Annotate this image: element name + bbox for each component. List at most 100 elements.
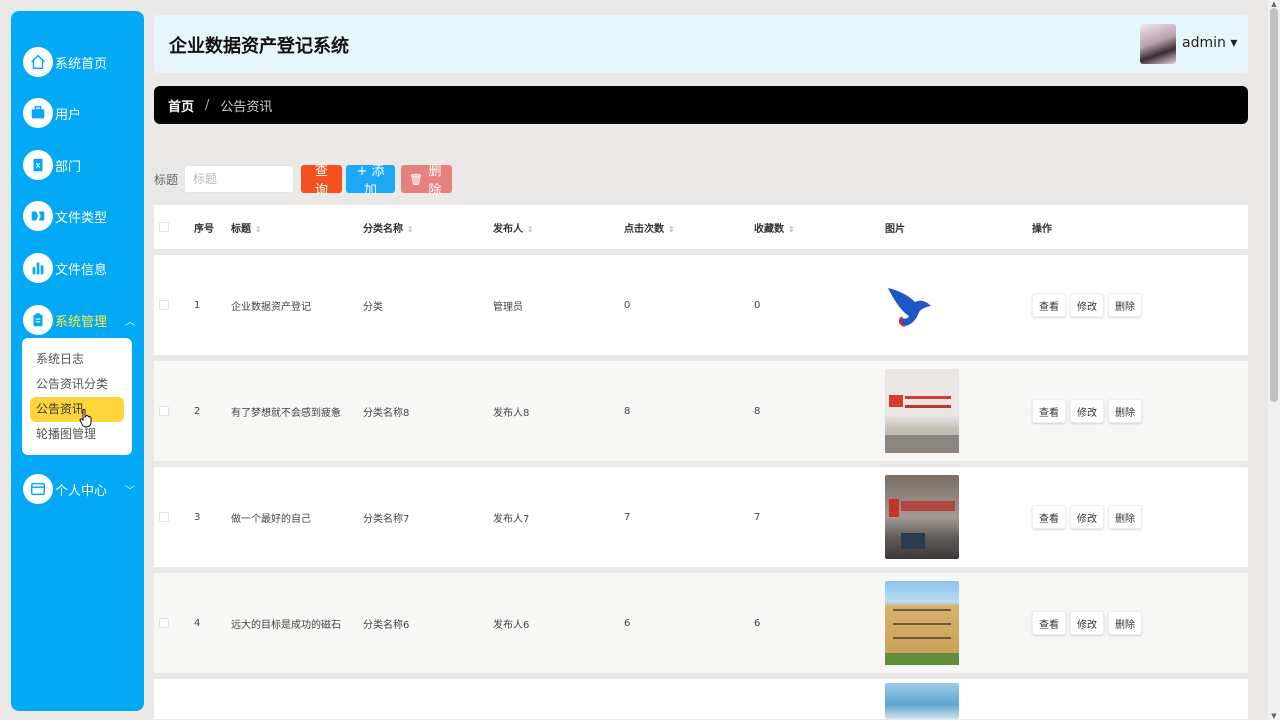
row-actions: 查看 修改 删除 (1032, 293, 1146, 317)
table-row: 2 有了梦想就不会感到疲惫 分类名称8 发布人8 8 8 查看 修改 删除 (154, 361, 1248, 461)
sort-icon[interactable]: ⇕ (255, 225, 262, 234)
add-button[interactable]: + 添加 (346, 164, 396, 198)
clipboard-icon (23, 305, 53, 335)
submenu-item-log[interactable]: 系统日志 (30, 347, 124, 372)
user-menu[interactable]: admin ▾ (1182, 35, 1237, 51)
header-no: 序号 (194, 223, 214, 235)
delete-row-button[interactable]: 删除 (1108, 293, 1142, 317)
cell-title: 企业数据资产登记 (231, 301, 311, 313)
breadcrumb-home[interactable]: 首页 (168, 96, 194, 115)
breadcrumb: 首页 / 公告资讯 (154, 86, 1248, 124)
avatar[interactable] (1140, 24, 1176, 64)
cell-publisher: 发布人7 (493, 513, 530, 525)
cell-clicks: 0 (624, 299, 631, 311)
header-clicks[interactable]: 点击次数 ⇕ (624, 220, 675, 235)
sidebar-item-profile[interactable]: 个人中心 ﹀ (23, 472, 135, 506)
cell-title: 有了梦想就不会感到疲惫 (231, 407, 341, 419)
header-category[interactable]: 分类名称 ⇕ (363, 220, 414, 235)
table-row: 4 远大的目标是成功的磁石 分类名称6 发布人6 6 6 查看 修改 删除 (154, 573, 1248, 673)
row-checkbox[interactable] (159, 618, 169, 628)
cell-favorites: 7 (754, 511, 761, 523)
cell-publisher: 发布人6 (493, 619, 530, 631)
edit-button[interactable]: 修改 (1070, 399, 1104, 423)
delete-row-button[interactable]: 删除 (1108, 611, 1142, 635)
view-button[interactable]: 查看 (1032, 399, 1066, 423)
delete-row-button[interactable]: 删除 (1108, 505, 1142, 529)
cell-publisher: 管理员 (493, 301, 523, 313)
cell-publisher: 发布人8 (493, 407, 530, 419)
select-all-checkbox[interactable] (159, 222, 169, 232)
cell-favorites: 6 (754, 617, 761, 629)
cell-clicks: 8 (624, 405, 631, 417)
header-publisher[interactable]: 发布人 ⇕ (493, 220, 534, 235)
submenu-item-carousel[interactable]: 轮播图管理 (30, 422, 124, 447)
sidebar-item-users[interactable]: 用户 (23, 96, 135, 130)
notice-table: 序号 标题 ⇕ 分类名称 ⇕ 发布人 ⇕ 点击次数 ⇕ 收藏数 ⇕ 图片 操作 1 企业数… (154, 205, 1248, 719)
building-image (885, 581, 959, 665)
page-scrollbar[interactable]: ▲ ▼ (1268, 0, 1280, 720)
table-row: 1 企业数据资产登记 分类 管理员 0 0 查看 修改 删除 (154, 255, 1248, 355)
cell-category: 分类名称7 (363, 513, 410, 525)
cell-favorites: 8 (754, 405, 761, 417)
delete-row-button[interactable]: 删除 (1108, 399, 1142, 423)
scroll-up-icon[interactable]: ▲ (1270, 0, 1278, 8)
sort-icon[interactable]: ⇕ (527, 225, 534, 234)
query-button[interactable]: 查询 (301, 164, 343, 198)
edit-button[interactable]: 修改 (1070, 611, 1104, 635)
folder-icon (23, 201, 53, 231)
sidebar-item-file-type[interactable]: 文件类型 (23, 199, 135, 233)
sidebar-item-label: 系统管理 (55, 314, 108, 330)
sidebar-item-file-info[interactable]: 文件信息 (23, 251, 135, 285)
chevron-down-icon: ﹀ (125, 485, 135, 497)
submenu-item-notice-category[interactable]: 公告资讯分类 (30, 372, 124, 397)
search-input[interactable] (184, 165, 295, 193)
edit-button[interactable]: 修改 (1070, 293, 1104, 317)
delete-button[interactable]: 🗑 删除 (401, 164, 453, 198)
view-button[interactable]: 查看 (1032, 611, 1066, 635)
sidebar-item-label: 个人中心 (55, 483, 108, 499)
cell-no: 2 (194, 405, 201, 417)
sidebar-item-home[interactable]: 系统首页 (23, 45, 135, 79)
header-favorites[interactable]: 收藏数 ⇕ (754, 220, 795, 235)
cell-favorites: 0 (754, 299, 761, 311)
sidebar-item-label: 文件类型 (55, 210, 108, 226)
row-checkbox[interactable] (159, 300, 169, 310)
hand-cursor-icon (79, 409, 92, 428)
header-title[interactable]: 标题 ⇕ (231, 220, 262, 235)
scroll-down-icon[interactable]: ▼ (1270, 712, 1278, 720)
sort-icon[interactable]: ⇕ (788, 225, 795, 234)
window-icon (23, 474, 53, 504)
sort-icon[interactable]: ⇕ (407, 225, 414, 234)
cell-clicks: 6 (624, 617, 631, 629)
row-checkbox[interactable] (159, 406, 169, 416)
edit-button[interactable]: 修改 (1070, 505, 1104, 529)
row-checkbox[interactable] (159, 512, 169, 522)
cell-clicks: 7 (624, 511, 631, 523)
cell-title: 远大的目标是成功的磁石 (231, 619, 341, 631)
breadcrumb-current: 公告资讯 (220, 99, 273, 115)
submenu-item-notice[interactable]: 公告资讯 (30, 397, 124, 422)
document-icon (23, 150, 53, 180)
reception-desk-image (885, 475, 959, 559)
scrollbar-thumb[interactable] (1270, 8, 1278, 402)
header-image: 图片 (885, 223, 905, 235)
trash-icon: 🗑 (409, 172, 423, 186)
bird-logo-image (888, 288, 931, 328)
sidebar-item-label: 部门 (55, 159, 82, 175)
bar-chart-icon (23, 253, 53, 283)
search-label: 标题 (154, 172, 179, 187)
breadcrumb-separator: / (205, 97, 210, 113)
table-header: 序号 标题 ⇕ 分类名称 ⇕ 发布人 ⇕ 点击次数 ⇕ 收藏数 ⇕ 图片 操作 (154, 205, 1248, 249)
sidebar-item-label: 用户 (55, 107, 82, 123)
sidebar-item-system[interactable]: 系统管理 ︿ (23, 303, 135, 337)
view-button[interactable]: 查看 (1032, 293, 1066, 317)
briefcase-icon (23, 98, 53, 128)
cell-no: 3 (194, 511, 201, 523)
header-actions: 操作 (1032, 223, 1052, 235)
building-image (885, 683, 959, 719)
sort-icon[interactable]: ⇕ (668, 225, 675, 234)
sidebar-item-department[interactable]: 部门 (23, 148, 135, 182)
view-button[interactable]: 查看 (1032, 505, 1066, 529)
cell-no: 1 (194, 299, 201, 311)
delete-button-label: 删除 (428, 164, 442, 198)
